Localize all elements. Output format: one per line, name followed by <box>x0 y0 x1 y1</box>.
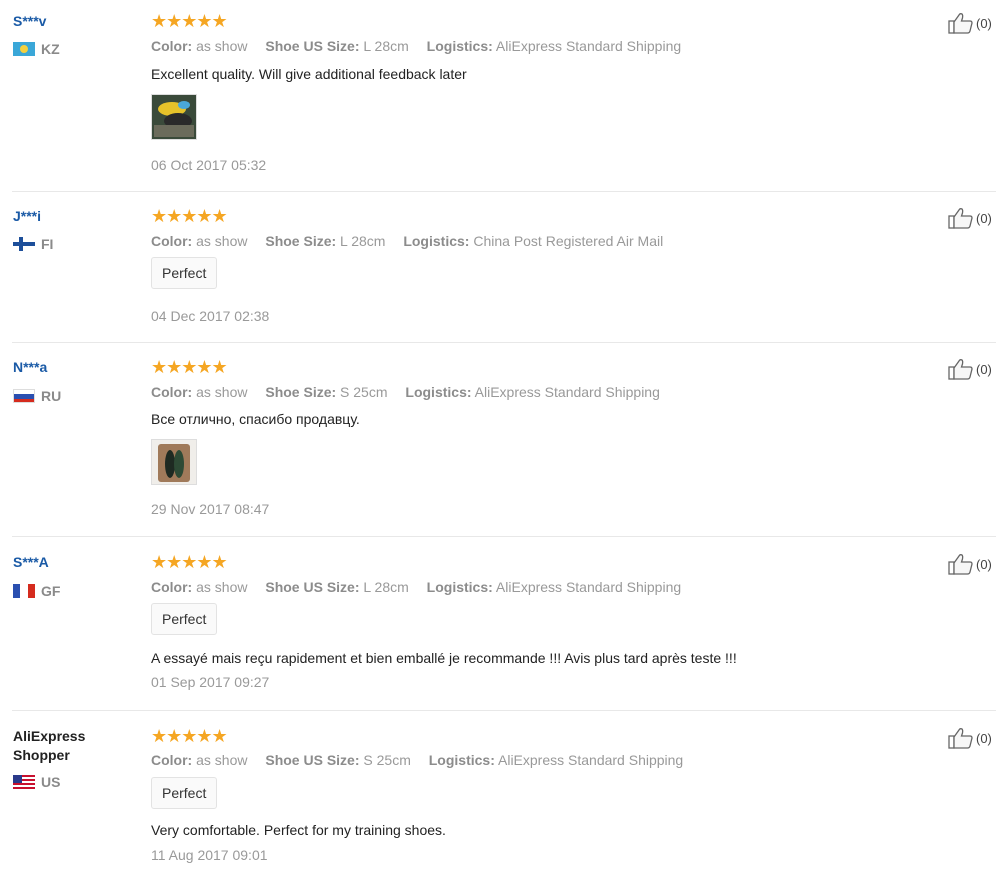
review-text: A essayé mais reçu rapidement et bien em… <box>151 650 737 666</box>
star-rating: ★★★★★ <box>151 206 228 226</box>
reviewer-country: KZ <box>13 41 60 57</box>
helpful-count: (0) <box>976 15 992 31</box>
reviewer-name[interactable]: S***v <box>13 12 46 31</box>
review-date: 06 Oct 2017 05:32 <box>151 157 267 173</box>
helpful-count: (0) <box>976 210 992 226</box>
review-tag: Perfect <box>151 603 218 635</box>
review-tag: Perfect <box>151 257 218 289</box>
review-date: 11 Aug 2017 09:01 <box>151 847 268 863</box>
thumbs-up-icon <box>948 13 973 34</box>
country-code: US <box>41 774 61 790</box>
country-code: RU <box>41 388 62 404</box>
thumbs-up-icon <box>948 554 973 575</box>
reviewer-name[interactable]: S***A <box>13 553 49 572</box>
reviewer-country: US <box>13 774 60 790</box>
reviewer-country: FI <box>13 236 53 252</box>
helpful-button[interactable]: (0) <box>948 553 992 575</box>
order-attributes: Color: as show Shoe US Size: S 25cm Logi… <box>151 752 684 768</box>
flag-french-guiana-icon <box>13 584 35 598</box>
review-item: AliExpress Shopper US ★★★★★ Color: as sh… <box>0 711 1000 876</box>
review-text: Все отлично, спасибо продавцу. <box>151 411 360 427</box>
reviewer-country: GF <box>13 583 60 599</box>
helpful-button[interactable]: (0) <box>948 12 992 34</box>
helpful-button[interactable]: (0) <box>948 358 992 380</box>
country-code: FI <box>41 236 54 252</box>
review-item: S***A GF ★★★★★ Color: as show Shoe US Si… <box>0 537 1000 710</box>
review-text: Very comfortable. Perfect for my trainin… <box>151 822 446 838</box>
review-item: N***a RU ★★★★★ Color: as show Shoe Size:… <box>0 343 1000 536</box>
flag-russia-icon <box>13 389 35 403</box>
reviewer-country: RU <box>13 388 61 404</box>
helpful-count: (0) <box>976 730 992 746</box>
helpful-count: (0) <box>976 556 992 572</box>
order-attributes: Color: as show Shoe US Size: L 28cm Logi… <box>151 38 682 54</box>
star-rating: ★★★★★ <box>151 552 228 572</box>
thumbs-up-icon <box>948 359 973 380</box>
order-attributes: Color: as show Shoe US Size: L 28cm Logi… <box>151 579 682 595</box>
review-item: J***i FI ★★★★★ Color: as show Shoe Size:… <box>0 192 1000 342</box>
review-text: Excellent quality. Will give additional … <box>151 66 467 82</box>
review-tag: Perfect <box>151 777 218 809</box>
review-date: 29 Nov 2017 08:47 <box>151 501 270 517</box>
star-rating: ★★★★★ <box>151 357 228 377</box>
order-attributes: Color: as show Shoe Size: S 25cm Logisti… <box>151 384 660 400</box>
order-attributes: Color: as show Shoe Size: L 28cm Logisti… <box>151 233 664 249</box>
flag-usa-icon <box>13 775 35 789</box>
flag-finland-icon <box>13 237 35 251</box>
country-code: GF <box>41 583 61 599</box>
review-photo-thumbnail[interactable] <box>151 439 197 485</box>
reviewer-name[interactable]: J***i <box>13 207 41 226</box>
reviewer-name[interactable]: N***a <box>13 358 47 377</box>
review-date: 04 Dec 2017 02:38 <box>151 308 270 324</box>
review-date: 01 Sep 2017 09:27 <box>151 674 270 690</box>
star-rating: ★★★★★ <box>151 11 228 31</box>
helpful-count: (0) <box>976 361 992 377</box>
review-item: S***v KZ ★★★★★ Color: as show Shoe US Si… <box>0 0 1000 190</box>
helpful-button[interactable]: (0) <box>948 207 992 229</box>
thumbs-up-icon <box>948 208 973 229</box>
review-photo-thumbnail[interactable] <box>151 94 197 140</box>
star-rating: ★★★★★ <box>151 726 228 746</box>
country-code: KZ <box>41 41 60 57</box>
helpful-button[interactable]: (0) <box>948 727 992 749</box>
reviewer-name: AliExpress Shopper <box>13 728 86 763</box>
thumbs-up-icon <box>948 728 973 749</box>
flag-kazakhstan-icon <box>13 42 35 56</box>
